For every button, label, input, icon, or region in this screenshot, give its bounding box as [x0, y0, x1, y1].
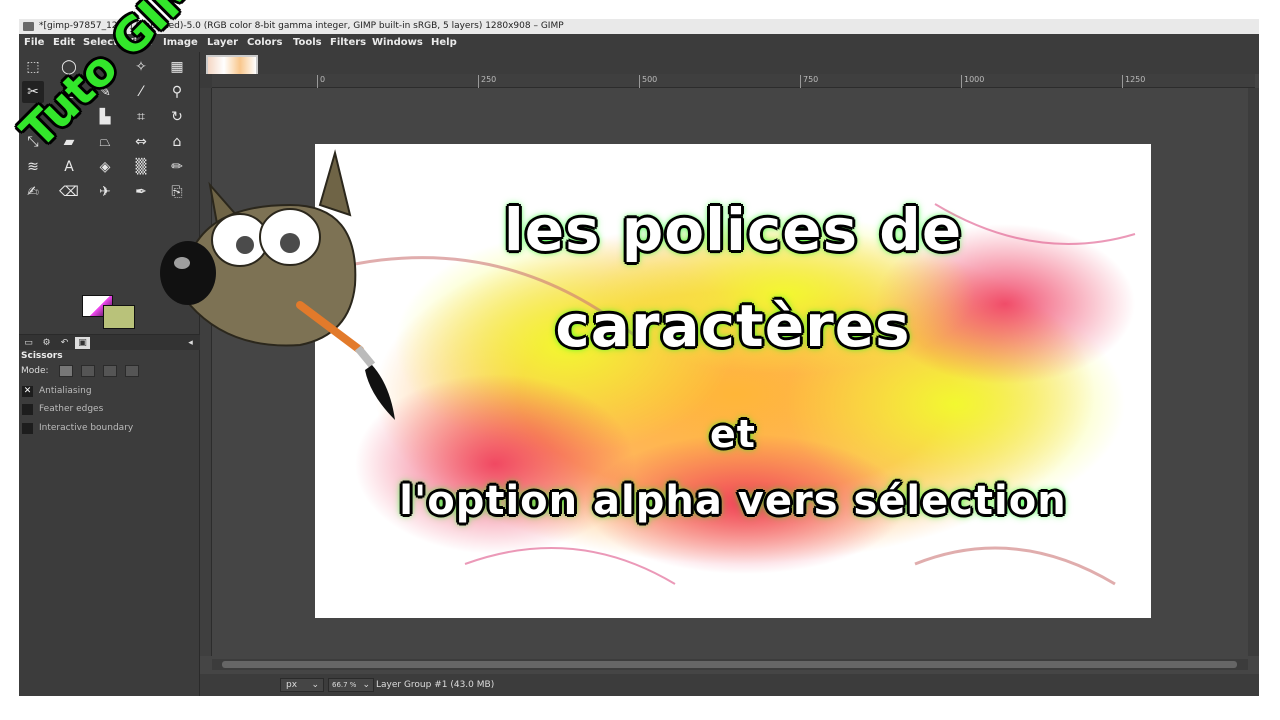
- mode-label: Mode:: [21, 366, 49, 376]
- rect-select-icon[interactable]: ⬚: [22, 56, 44, 78]
- paintbrush-icon[interactable]: ✍: [22, 181, 44, 203]
- airbrush-icon[interactable]: ✈: [94, 181, 116, 203]
- ruler-mark: 500: [639, 75, 657, 88]
- color-picker-icon[interactable]: ⁄: [130, 81, 152, 103]
- chevron-down-icon: ⌄: [362, 680, 370, 690]
- menu-bar: File Edit Select View Image Layer Colors…: [19, 34, 1259, 52]
- mode-add-button[interactable]: [81, 365, 95, 377]
- tool-options-title: Scissors: [21, 351, 63, 361]
- menu-windows[interactable]: Windows: [372, 34, 423, 52]
- undo-history-tab-icon[interactable]: ↶: [57, 337, 72, 349]
- interactive-boundary-label: Interactive boundary: [39, 423, 134, 433]
- feather-edges-label: Feather edges: [39, 404, 104, 414]
- status-bar: px ⌄ 66.7 % ⌄ Layer Group #1 (43.0 MB): [200, 674, 1259, 696]
- chevron-down-icon: ⌄: [311, 680, 319, 690]
- canvas-text-line2: caractères: [555, 292, 911, 360]
- ink-icon[interactable]: ✒: [130, 181, 152, 203]
- menu-edit[interactable]: Edit: [53, 34, 75, 52]
- horizontal-scrollbar[interactable]: [212, 659, 1248, 670]
- app-icon: [23, 22, 34, 31]
- antialiasing-checkbox[interactable]: ✕: [22, 386, 33, 397]
- ruler-mark: 1250: [1122, 75, 1145, 88]
- menu-tools[interactable]: Tools: [293, 34, 322, 52]
- unit-select[interactable]: px ⌄: [280, 678, 324, 692]
- rotate-icon[interactable]: ↻: [166, 106, 188, 128]
- mode-subtract-button[interactable]: [103, 365, 117, 377]
- canvas-text-line4: l'option alpha vers sélection: [399, 478, 1067, 524]
- horizontal-ruler[interactable]: 0 250 500 750 1000 1250: [212, 74, 1255, 88]
- zoom-select[interactable]: 66.7 % ⌄: [328, 678, 374, 692]
- ruler-mark: 0: [317, 75, 325, 88]
- bucket-fill-icon[interactable]: ◈: [94, 156, 116, 178]
- ruler-mark: 1000: [961, 75, 984, 88]
- ruler-mark: 250: [478, 75, 496, 88]
- crop-icon[interactable]: ⌗: [130, 106, 152, 128]
- horizontal-scrollbar-thumb[interactable]: [222, 661, 1237, 668]
- perspective-icon[interactable]: ⏢: [94, 131, 116, 153]
- menu-help[interactable]: Help: [431, 34, 457, 52]
- status-message: Layer Group #1 (43.0 MB): [376, 680, 495, 690]
- interactive-boundary-checkbox[interactable]: [22, 423, 33, 434]
- images-tab-icon[interactable]: ▣: [75, 337, 90, 349]
- mode-replace-button[interactable]: [59, 365, 73, 377]
- image-canvas[interactable]: les polices de caractères et l'option al…: [315, 144, 1151, 618]
- canvas-text-line1: les polices de: [503, 196, 963, 264]
- text-icon[interactable]: A: [58, 156, 80, 178]
- menu-layer[interactable]: Layer: [207, 34, 238, 52]
- eraser-icon[interactable]: ⌫: [58, 181, 80, 203]
- title-bar: *[gimp-97857_1280] (imported)-5.0 (RGB c…: [19, 19, 1259, 34]
- ruler-corner[interactable]: [200, 74, 212, 88]
- menu-colors[interactable]: Colors: [247, 34, 282, 52]
- by-color-select-icon[interactable]: ▦: [166, 56, 188, 78]
- menu-filters[interactable]: Filters: [330, 34, 366, 52]
- mode-intersect-button[interactable]: [125, 365, 139, 377]
- device-status-tab-icon[interactable]: ⚙: [39, 337, 54, 349]
- feather-edges-checkbox[interactable]: [22, 404, 33, 415]
- background-color-swatch[interactable]: [103, 305, 135, 329]
- warp-icon[interactable]: ≋: [22, 156, 44, 178]
- menu-file[interactable]: File: [24, 34, 44, 52]
- zoom-value: 66.7 %: [332, 681, 357, 689]
- unit-value: px: [286, 680, 298, 690]
- wilber-mascot-icon: [160, 149, 395, 420]
- blend-icon[interactable]: ▒: [130, 156, 152, 178]
- antialiasing-label: Antialiasing: [39, 386, 92, 396]
- canvas-text-line3: et: [710, 412, 756, 456]
- ruler-mark: 750: [800, 75, 818, 88]
- flip-icon[interactable]: ⇔: [130, 131, 152, 153]
- zoom-icon[interactable]: ⚲: [166, 81, 188, 103]
- image-tabs: [200, 52, 1259, 85]
- align-icon[interactable]: ▙: [94, 106, 116, 128]
- vertical-scrollbar[interactable]: [1248, 88, 1259, 656]
- tool-options-tab-icon[interactable]: ▭: [21, 337, 36, 349]
